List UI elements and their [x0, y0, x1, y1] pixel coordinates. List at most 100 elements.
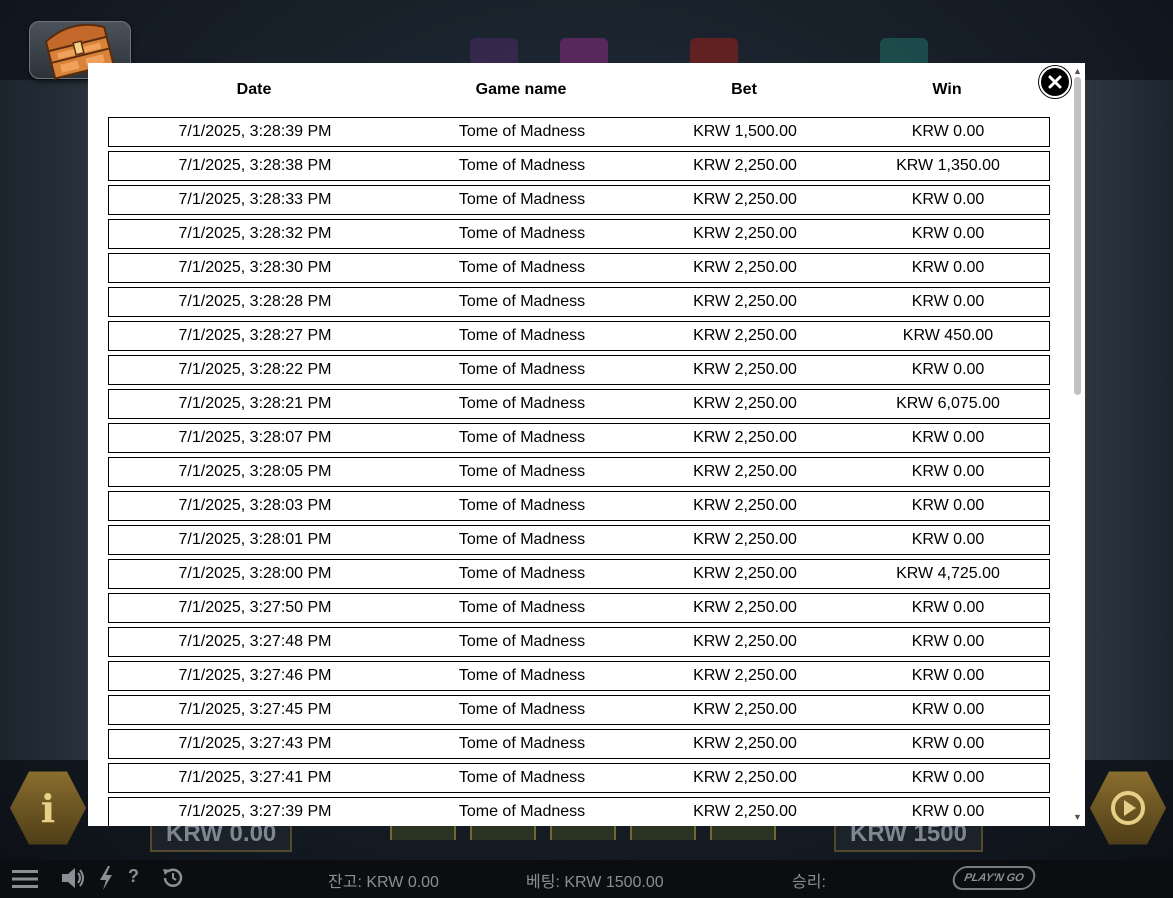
- table-row[interactable]: 7/1/2025, 3:28:03 PM Tome of Madness KRW 2…: [108, 491, 1050, 521]
- column-header-date: Date: [236, 81, 272, 98]
- row-win: KRW 0.00: [911, 633, 985, 650]
- row-win: KRW 0.00: [911, 225, 985, 242]
- lightning-icon[interactable]: [98, 866, 114, 890]
- hamburger-menu-icon[interactable]: [12, 869, 38, 889]
- row-win: KRW 0.00: [911, 361, 985, 378]
- row-date: 7/1/2025, 3:28:03 PM: [178, 497, 332, 514]
- row-game: Tome of Madness: [458, 225, 586, 242]
- row-game: Tome of Madness: [458, 599, 586, 616]
- row-date: 7/1/2025, 3:28:21 PM: [178, 395, 332, 412]
- row-date: 7/1/2025, 3:28:38 PM: [178, 157, 332, 174]
- autoplay-icon: [1111, 791, 1145, 825]
- row-game: Tome of Madness: [458, 497, 586, 514]
- row-win: KRW 0.00: [911, 735, 985, 752]
- row-game: Tome of Madness: [458, 803, 586, 820]
- row-win: KRW 4,725.00: [896, 565, 1000, 582]
- info-glyph: i: [40, 785, 56, 831]
- row-win: KRW 450.00: [902, 327, 994, 344]
- table-row[interactable]: 7/1/2025, 3:28:01 PM Tome of Madness KRW 2…: [108, 525, 1050, 555]
- column-header-win: Win: [932, 81, 962, 98]
- table-row[interactable]: 7/1/2025, 3:28:05 PM Tome of Madness KRW 2…: [108, 457, 1050, 487]
- row-game: Tome of Madness: [458, 701, 586, 718]
- right-reel-frame: [1083, 80, 1173, 760]
- row-game: Tome of Madness: [458, 769, 586, 786]
- row-game: Tome of Madness: [458, 633, 586, 650]
- row-date: 7/1/2025, 3:27:48 PM: [178, 633, 332, 650]
- table-row[interactable]: 7/1/2025, 3:28:00 PM Tome of Madness KRW 2…: [108, 559, 1050, 589]
- row-game: Tome of Madness: [458, 463, 586, 480]
- row-game: Tome of Madness: [458, 259, 586, 276]
- table-row[interactable]: 7/1/2025, 3:27:46 PM Tome of Madness KRW 2…: [108, 661, 1050, 691]
- info-button[interactable]: i: [10, 771, 86, 845]
- row-win: KRW 0.00: [911, 293, 985, 310]
- table-row[interactable]: 7/1/2025, 3:27:48 PM Tome of Madness KRW 2…: [108, 627, 1050, 657]
- table-row[interactable]: 7/1/2025, 3:28:30 PM Tome of Madness KRW 2…: [108, 253, 1050, 283]
- row-date: 7/1/2025, 3:28:28 PM: [178, 293, 332, 310]
- table-row[interactable]: 7/1/2025, 3:28:28 PM Tome of Madness KRW 2…: [108, 287, 1050, 317]
- brand-logo-text: PLAY'N GO: [963, 872, 1025, 884]
- row-date: 7/1/2025, 3:28:33 PM: [178, 191, 332, 208]
- help-button[interactable]: ?: [128, 866, 139, 887]
- modal-scrollbar[interactable]: ▲ ▼: [1070, 63, 1085, 826]
- row-game: Tome of Madness: [458, 157, 586, 174]
- row-win: KRW 0.00: [911, 259, 985, 276]
- scroll-thumb[interactable]: [1074, 77, 1081, 395]
- table-row[interactable]: 7/1/2025, 3:28:39 PM Tome of Madness KRW 1…: [108, 117, 1050, 147]
- row-win: KRW 6,075.00: [896, 395, 1000, 412]
- row-game: Tome of Madness: [458, 327, 586, 344]
- scroll-up-arrow-icon[interactable]: ▲: [1073, 67, 1082, 76]
- column-header-game: Game name: [475, 81, 567, 98]
- row-game: Tome of Madness: [458, 293, 586, 310]
- row-win: KRW 0.00: [911, 497, 985, 514]
- row-game: Tome of Madness: [458, 735, 586, 752]
- table-row[interactable]: 7/1/2025, 3:27:41 PM Tome of Madness KRW 2…: [108, 763, 1050, 793]
- row-date: 7/1/2025, 3:28:27 PM: [178, 327, 332, 344]
- row-date: 7/1/2025, 3:28:07 PM: [178, 429, 332, 446]
- status-bar: ? 잔고: KRW 0.00 베팅: KRW 1500.00 승리: PLAY'…: [0, 860, 1173, 898]
- row-win: KRW 0.00: [911, 123, 985, 140]
- table-row[interactable]: 7/1/2025, 3:28:21 PM Tome of Madness KRW 2…: [108, 389, 1050, 419]
- row-game: Tome of Madness: [458, 429, 586, 446]
- close-modal-button[interactable]: [1039, 66, 1071, 98]
- row-win: KRW 0.00: [911, 769, 985, 786]
- row-win: KRW 0.00: [911, 599, 985, 616]
- row-game: Tome of Madness: [458, 395, 586, 412]
- brand-logo: PLAY'N GO: [950, 866, 1038, 890]
- autoplay-button[interactable]: [1090, 771, 1166, 845]
- table-row[interactable]: 7/1/2025, 3:28:07 PM Tome of Madness KRW 2…: [108, 423, 1050, 453]
- table-row[interactable]: 7/1/2025, 3:27:39 PM Tome of Madness KRW 2…: [108, 797, 1050, 826]
- table-row[interactable]: 7/1/2025, 3:27:50 PM Tome of Madness KRW 2…: [108, 593, 1050, 623]
- history-icon[interactable]: [160, 866, 184, 890]
- table-row[interactable]: 7/1/2025, 3:28:38 PM Tome of Madness KRW 2…: [108, 151, 1050, 181]
- row-win: KRW 0.00: [911, 667, 985, 684]
- row-game: Tome of Madness: [458, 361, 586, 378]
- table-row[interactable]: 7/1/2025, 3:28:22 PM Tome of Madness KRW 2…: [108, 355, 1050, 385]
- row-game: Tome of Madness: [458, 667, 586, 684]
- row-game: Tome of Madness: [458, 123, 586, 140]
- row-date: 7/1/2025, 3:27:45 PM: [178, 701, 332, 718]
- table-row[interactable]: 7/1/2025, 3:27:43 PM Tome of Madness KRW 2…: [108, 729, 1050, 759]
- speaker-icon[interactable]: [60, 867, 86, 889]
- table-row[interactable]: 7/1/2025, 3:28:32 PM Tome of Madness KRW 2…: [108, 219, 1050, 249]
- row-date: 7/1/2025, 3:27:41 PM: [178, 769, 332, 786]
- row-win: KRW 0.00: [911, 803, 985, 820]
- close-icon: [1048, 75, 1062, 89]
- left-reel-frame: [0, 80, 90, 760]
- table-row[interactable]: 7/1/2025, 3:28:33 PM Tome of Madness KRW 2…: [108, 185, 1050, 215]
- row-date: 7/1/2025, 3:28:00 PM: [178, 565, 332, 582]
- row-game: Tome of Madness: [458, 565, 586, 582]
- column-header-bet: Bet: [731, 81, 757, 98]
- row-win: KRW 0.00: [911, 191, 985, 208]
- bet-label: 베팅: KRW 1500.00: [526, 874, 664, 891]
- table-row[interactable]: 7/1/2025, 3:28:27 PM Tome of Madness KRW 2…: [108, 321, 1050, 351]
- bet-history-modal: Date Game name Bet Win 7/1/2025, 3:28:39…: [88, 63, 1085, 826]
- row-date: 7/1/2025, 3:27:43 PM: [178, 735, 332, 752]
- row-date: 7/1/2025, 3:28:39 PM: [178, 123, 332, 140]
- history-table: 7/1/2025, 3:28:39 PM Tome of Madness KRW 1…: [108, 117, 1050, 826]
- table-row[interactable]: 7/1/2025, 3:27:45 PM Tome of Madness KRW 2…: [108, 695, 1050, 725]
- scroll-down-arrow-icon[interactable]: ▼: [1073, 813, 1082, 822]
- row-date: 7/1/2025, 3:28:22 PM: [178, 361, 332, 378]
- row-game: Tome of Madness: [458, 191, 586, 208]
- row-date: 7/1/2025, 3:28:32 PM: [178, 225, 332, 242]
- row-win: KRW 1,350.00: [896, 157, 1000, 174]
